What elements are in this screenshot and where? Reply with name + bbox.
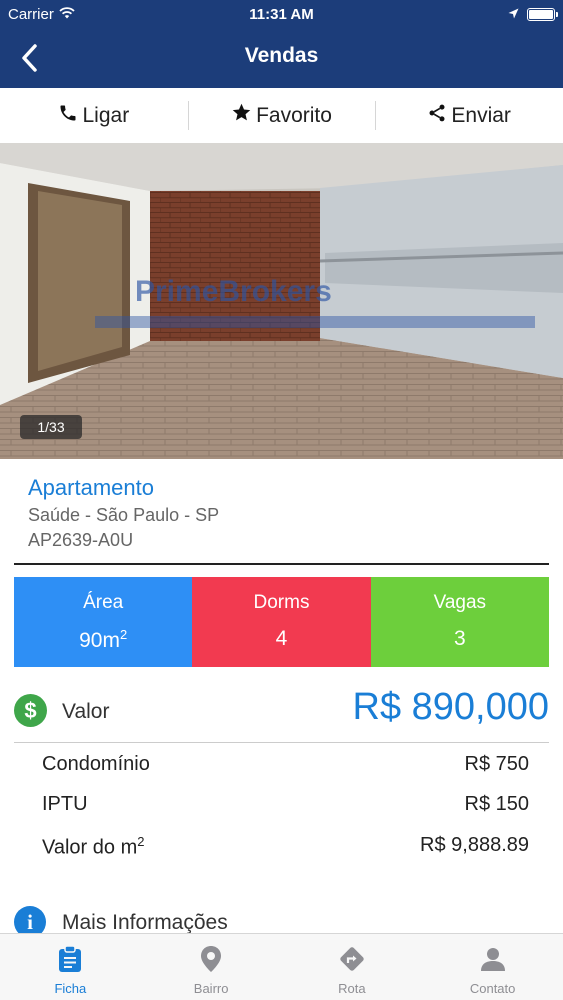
- map-pin-icon: [200, 945, 222, 973]
- divider: [14, 563, 549, 565]
- stat-vagas: Vagas 3: [370, 577, 549, 667]
- status-time: 11:31 AM: [249, 6, 314, 23]
- person-icon: [480, 945, 506, 973]
- favorite-label: Favorito: [256, 103, 332, 127]
- action-bar: Ligar Favorito Enviar: [0, 88, 563, 143]
- detail-label-sup: 2: [137, 834, 145, 849]
- stat-dorms: Dorms 4: [192, 577, 371, 667]
- phone-icon: [58, 103, 78, 129]
- tab-label: Ficha: [54, 981, 87, 996]
- call-button[interactable]: Ligar: [0, 88, 188, 143]
- detail-row-valor-m2: Valor do m2 R$ 9,888.89: [42, 834, 529, 860]
- detail-label: Condomínio: [42, 753, 150, 775]
- tab-label: Bairro: [193, 981, 229, 996]
- balcony-photo-image: PrimeBrokers: [0, 143, 563, 459]
- tab-bar: Ficha Bairro Rota Contato: [0, 933, 563, 1000]
- tab-bairro[interactable]: Bairro: [141, 934, 282, 1000]
- detail-value: R$ 750: [464, 753, 530, 775]
- divider: [14, 742, 549, 743]
- stat-area-label: Área: [83, 592, 124, 613]
- detail-value: R$ 9,888.89: [420, 834, 529, 856]
- stat-area: Área 90m2: [14, 577, 193, 667]
- detail-value: R$ 150: [464, 793, 530, 815]
- directions-icon: [338, 945, 366, 973]
- battery-icon: [527, 8, 558, 21]
- dollar-icon: $: [14, 694, 47, 727]
- photo-counter: 1/33: [20, 415, 82, 439]
- clipboard-icon: [57, 945, 83, 973]
- tab-label: Contato: [469, 981, 516, 996]
- detail-row-condominio: Condomínio R$ 750: [42, 753, 529, 776]
- stat-dorms-label: Dorms: [253, 592, 310, 613]
- stat-vagas-label: Vagas: [433, 592, 487, 613]
- status-bar: Carrier 11:31 AM: [0, 0, 563, 30]
- location-arrow-icon: [508, 6, 519, 23]
- share-button[interactable]: Enviar: [375, 88, 563, 143]
- call-label: Ligar: [82, 103, 130, 127]
- svg-text:PrimeBrokers: PrimeBrokers: [135, 275, 332, 308]
- tab-label: Rota: [338, 981, 366, 996]
- page-title: Vendas: [244, 44, 319, 67]
- navigation-bar: Carrier 11:31 AM Vendas: [0, 0, 563, 88]
- property-code: AP2639-A0U: [28, 530, 134, 550]
- price-label: Valor: [62, 700, 110, 723]
- star-icon: [231, 102, 252, 129]
- more-info-label: Mais Informações: [62, 911, 228, 934]
- detail-row-iptu: IPTU R$ 150: [42, 793, 529, 816]
- detail-label: Valor do m: [42, 836, 138, 859]
- detail-label: IPTU: [42, 793, 88, 815]
- stat-area-value: 90m: [79, 629, 120, 652]
- stat-dorms-value: 4: [275, 627, 288, 650]
- property-photo[interactable]: PrimeBrokers 1/33: [0, 143, 563, 459]
- favorite-button[interactable]: Favorito: [187, 88, 376, 143]
- tab-rota[interactable]: Rota: [282, 934, 423, 1000]
- share-icon: [427, 103, 447, 129]
- property-type: Apartamento: [28, 475, 154, 500]
- stat-vagas-value: 3: [453, 627, 466, 650]
- property-location: Saúde - São Paulo - SP: [28, 505, 220, 525]
- price-value: R$ 890,000: [352, 686, 550, 728]
- stats-panel: Área 90m2 Dorms 4 Vagas 3: [14, 577, 549, 667]
- price-row: $ Valor R$ 890,000: [14, 686, 550, 732]
- tab-ficha[interactable]: Ficha: [0, 934, 141, 1000]
- share-label: Enviar: [451, 103, 511, 127]
- tab-contato[interactable]: Contato: [422, 934, 563, 1000]
- stat-area-unit-sup: 2: [119, 627, 128, 642]
